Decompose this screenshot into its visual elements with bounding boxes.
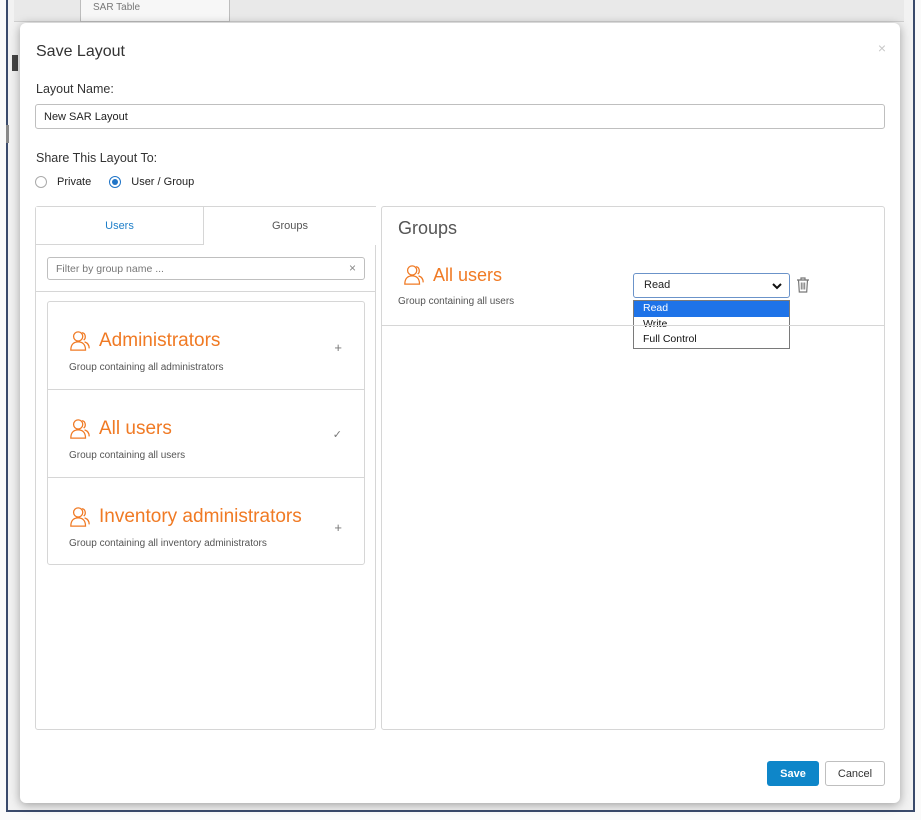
divider — [36, 291, 375, 292]
private-radio-label[interactable]: Private — [57, 176, 91, 188]
permission-option-read[interactable]: Read — [634, 301, 789, 317]
permission-select-value: Read — [644, 279, 671, 291]
list-item[interactable]: Inventory administrators Group containin… — [48, 478, 364, 566]
group-description: Group containing all administrators — [69, 362, 224, 373]
group-name: Inventory administrators — [99, 506, 302, 527]
selected-groups-panel: Groups All users Group containing all us… — [381, 206, 885, 730]
dialog-title: Save Layout — [36, 43, 125, 60]
group-list: Administrators Group containing all admi… — [47, 301, 365, 565]
groups-panel-title: Groups — [398, 218, 458, 238]
selected-group-description: Group containing all users — [398, 296, 515, 307]
group-name: All users — [99, 418, 172, 439]
permission-option-full-control[interactable]: Full Control — [634, 332, 789, 348]
group-filter: × — [47, 257, 365, 280]
group-person-icon — [70, 419, 90, 439]
cancel-button[interactable]: Cancel — [825, 761, 885, 786]
group-person-icon — [70, 331, 90, 351]
list-item[interactable]: Administrators Group containing all admi… — [48, 302, 364, 390]
background-toolbar: SAR Table — [14, 0, 904, 22]
group-filter-input[interactable] — [48, 258, 338, 279]
background-tab: SAR Table — [80, 0, 230, 22]
trash-icon[interactable] — [796, 277, 810, 293]
divider — [382, 325, 884, 326]
group-description: Group containing all inventory administr… — [69, 538, 267, 549]
add-group-button[interactable]: + — [334, 340, 342, 355]
user-group-radio-label[interactable]: User / Group — [131, 176, 194, 188]
tab-groups[interactable]: Groups — [203, 207, 376, 245]
share-radio-group: Private User / Group — [35, 176, 212, 188]
background-mark — [6, 125, 9, 143]
layout-name-label: Layout Name: — [36, 82, 114, 96]
save-button[interactable]: Save — [767, 761, 819, 786]
group-name: Administrators — [99, 330, 221, 351]
tab-users[interactable]: Users — [36, 207, 203, 245]
layout-name-input[interactable] — [35, 104, 885, 129]
list-item[interactable]: All users Group containing all users ✓ — [48, 390, 364, 478]
background-mark — [12, 55, 18, 71]
group-description: Group containing all users — [69, 450, 186, 461]
group-person-icon — [70, 507, 90, 527]
selected-group-header: All users — [403, 264, 502, 286]
selected-group-name: All users — [433, 264, 503, 285]
share-label: Share This Layout To: — [36, 151, 158, 165]
clear-filter-icon[interactable]: × — [349, 261, 356, 275]
user-group-radio[interactable] — [109, 176, 122, 188]
save-layout-dialog: Save Layout × Layout Name: Share This La… — [20, 23, 900, 803]
close-button[interactable]: × — [878, 40, 886, 56]
permission-select[interactable]: Read — [633, 273, 790, 298]
add-group-button[interactable]: + — [334, 520, 342, 535]
check-icon[interactable]: ✓ — [333, 428, 342, 441]
group-picker-panel: Users Groups × Administrators Group cont… — [35, 206, 376, 730]
group-person-icon — [404, 265, 424, 285]
private-radio[interactable] — [35, 176, 47, 188]
chevron-down-icon — [772, 283, 782, 290]
